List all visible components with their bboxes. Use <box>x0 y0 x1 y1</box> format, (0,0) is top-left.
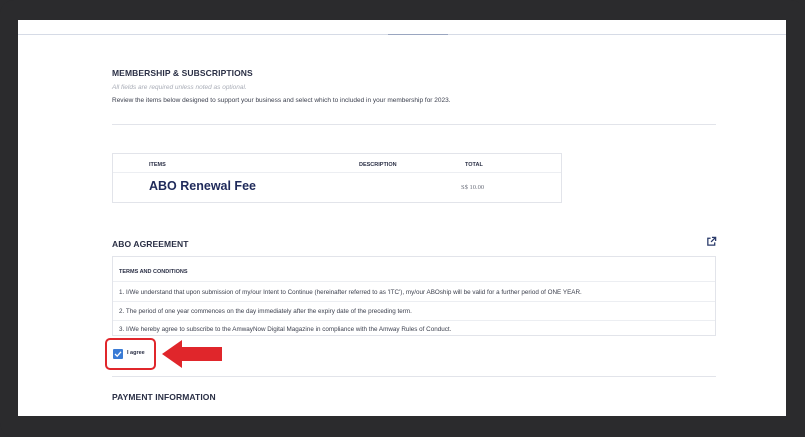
item-total: S$ 10.00 <box>461 184 485 191</box>
agree-label[interactable]: I agree <box>127 350 145 356</box>
terms-divider <box>113 301 715 302</box>
table-header-divider <box>113 172 561 173</box>
terms-title: TERMS AND CONDITIONS <box>119 269 188 275</box>
terms-divider <box>113 320 715 321</box>
membership-description: Review the items below designed to suppo… <box>112 97 451 104</box>
items-table: ITEMS DESCRIPTION TOTAL ABO Renewal Fee … <box>112 153 562 203</box>
required-note: All fields are required unless noted as … <box>112 84 247 91</box>
page-screen: MEMBERSHIP & SUBSCRIPTIONS All fields ar… <box>18 20 786 416</box>
terms-divider <box>113 281 715 282</box>
agree-checkbox[interactable] <box>113 349 123 359</box>
term-item: 2. The period of one year commences on t… <box>119 308 412 315</box>
terms-box: TERMS AND CONDITIONS 1. I/We understand … <box>112 256 716 336</box>
column-header-total: TOTAL <box>465 162 483 168</box>
agree-highlight-box: I agree <box>105 338 156 370</box>
external-link-icon[interactable] <box>706 236 717 247</box>
section-divider <box>112 124 716 125</box>
membership-title: MEMBERSHIP & SUBSCRIPTIONS <box>112 68 253 78</box>
column-header-items: ITEMS <box>149 162 166 168</box>
section-divider <box>112 376 716 377</box>
item-name: ABO Renewal Fee <box>149 179 256 193</box>
term-item: 3. I/We hereby agree to subscribe to the… <box>119 326 452 333</box>
check-icon <box>114 351 122 358</box>
agreement-title: ABO AGREEMENT <box>112 239 189 249</box>
red-arrow-icon <box>162 340 222 368</box>
device-frame: MEMBERSHIP & SUBSCRIPTIONS All fields ar… <box>0 0 805 437</box>
header-accent <box>388 34 448 35</box>
column-header-description: DESCRIPTION <box>359 162 397 168</box>
term-item: 1. I/We understand that upon submission … <box>119 289 582 296</box>
payment-title: PAYMENT INFORMATION <box>112 392 216 402</box>
